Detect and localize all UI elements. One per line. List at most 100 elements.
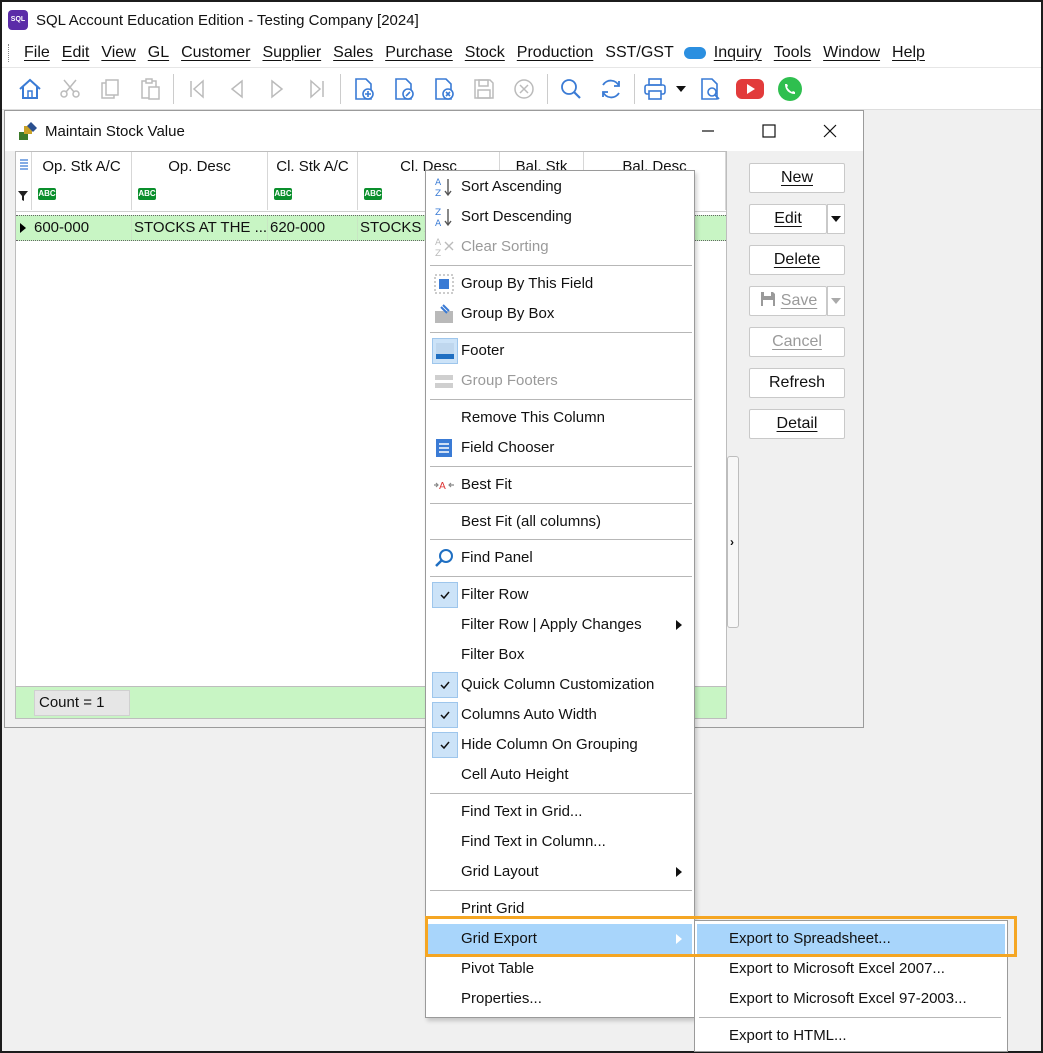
menu-columns-auto-width[interactable]: Columns Auto Width: [428, 700, 692, 730]
filter-abc-icon[interactable]: ABC: [38, 188, 56, 200]
cell-op-stk-ac[interactable]: 600-000: [32, 216, 132, 240]
menu-export-to-spreadsheet[interactable]: Export to Spreadsheet...: [697, 924, 1005, 954]
delete-document-icon[interactable]: [424, 72, 464, 106]
youtube-icon[interactable]: [730, 72, 770, 106]
menu-supplier[interactable]: Supplier: [262, 44, 321, 62]
menu-sst-gst[interactable]: SST/GST: [605, 44, 673, 62]
menu-cell-auto-height[interactable]: Cell Auto Height: [428, 760, 692, 790]
next-record-icon[interactable]: [257, 72, 297, 106]
menu-production[interactable]: Production: [517, 44, 594, 62]
menu-separator: [430, 265, 692, 266]
menu-export-to-excel-97-2003[interactable]: Export to Microsoft Excel 97-2003...: [697, 984, 1005, 1014]
cell-op-desc[interactable]: STOCKS AT THE ...: [132, 216, 268, 240]
column-customization-icon[interactable]: [19, 158, 29, 176]
menu-remove-column[interactable]: Remove This Column: [428, 403, 692, 433]
refresh-icon[interactable]: [591, 72, 631, 106]
edit-dropdown-button[interactable]: [827, 204, 845, 234]
menu-stock[interactable]: Stock: [465, 44, 505, 62]
print-preview-icon[interactable]: [690, 72, 730, 106]
previous-record-icon[interactable]: [217, 72, 257, 106]
menu-properties[interactable]: Properties...: [428, 984, 692, 1014]
refresh-button[interactable]: Refresh: [749, 368, 845, 398]
save-icon[interactable]: [464, 72, 504, 106]
menu-window[interactable]: Window: [823, 44, 880, 62]
column-caption: Op. Stk A/C: [42, 158, 121, 175]
menu-sort-ascending[interactable]: AZ Sort Ascending: [428, 172, 692, 202]
filter-abc-icon[interactable]: ABC: [138, 188, 156, 200]
menu-clear-sorting[interactable]: AZ Clear Sorting: [428, 232, 692, 262]
menu-find-text-in-column[interactable]: Find Text in Column...: [428, 827, 692, 857]
cut-icon[interactable]: [50, 72, 90, 106]
cancel-icon[interactable]: [504, 72, 544, 106]
print-dropdown-icon[interactable]: [672, 72, 690, 106]
menu-filter-row-apply[interactable]: Filter Row | Apply Changes: [428, 610, 692, 640]
detail-button[interactable]: Detail: [749, 409, 845, 439]
menu-print-grid[interactable]: Print Grid: [428, 894, 692, 924]
menu-file[interactable]: File: [24, 44, 50, 62]
cell-cl-desc[interactable]: STOCKS A: [358, 216, 428, 240]
menu-tools[interactable]: Tools: [774, 44, 811, 62]
menu-export-to-excel-2007[interactable]: Export to Microsoft Excel 2007...: [697, 954, 1005, 984]
menu-label: Field Chooser: [461, 439, 555, 456]
menu-label: Filter Row: [461, 586, 529, 603]
new-button[interactable]: New: [749, 163, 845, 193]
menu-best-fit[interactable]: A Best Fit: [428, 470, 692, 500]
menu-group-by-field[interactable]: Group By This Field: [428, 269, 692, 299]
paste-icon[interactable]: [130, 72, 170, 106]
menu-quick-column-customization[interactable]: Quick Column Customization: [428, 670, 692, 700]
new-document-icon[interactable]: [344, 72, 384, 106]
menu-grid-export[interactable]: Grid Export: [428, 924, 692, 954]
menu-help[interactable]: Help: [892, 44, 925, 62]
column-header-op-stk-ac[interactable]: Op. Stk A/C ABC: [32, 152, 132, 210]
cell-cl-stk-ac[interactable]: 620-000: [268, 216, 358, 240]
save-button[interactable]: Save: [749, 286, 827, 316]
menu-inquiry[interactable]: Inquiry: [714, 44, 762, 62]
close-button[interactable]: [818, 119, 842, 143]
first-record-icon[interactable]: [177, 72, 217, 106]
filter-abc-icon[interactable]: ABC: [364, 188, 382, 200]
menu-label: Export to Spreadsheet...: [729, 930, 891, 947]
menu-edit[interactable]: Edit: [62, 44, 90, 62]
delete-button[interactable]: Delete: [749, 245, 845, 275]
column-header-op-desc[interactable]: Op. Desc ABC: [132, 152, 268, 210]
menu-hide-column-on-grouping[interactable]: Hide Column On Grouping: [428, 730, 692, 760]
filter-abc-icon[interactable]: ABC: [274, 188, 292, 200]
print-icon[interactable]: [638, 72, 672, 106]
cancel-button[interactable]: Cancel: [749, 327, 845, 357]
menu-sort-descending[interactable]: ZA Sort Descending: [428, 202, 692, 232]
edit-document-icon[interactable]: [384, 72, 424, 106]
menu-field-chooser[interactable]: Field Chooser: [428, 433, 692, 463]
panel-splitter[interactable]: ›: [727, 456, 739, 628]
grid-indicator-column: [16, 152, 32, 210]
menu-group-by-box[interactable]: Group By Box: [428, 299, 692, 329]
menu-group-footers[interactable]: Group Footers: [428, 366, 692, 396]
home-icon[interactable]: [10, 72, 50, 106]
check-icon: [432, 732, 458, 758]
menu-view[interactable]: View: [101, 44, 135, 62]
menu-sales[interactable]: Sales: [333, 44, 373, 62]
whatsapp-icon[interactable]: [770, 72, 810, 106]
menu-gl[interactable]: GL: [148, 44, 169, 62]
menu-filter-box[interactable]: Filter Box: [428, 640, 692, 670]
filter-row-icon[interactable]: [18, 188, 28, 205]
menu-purchase[interactable]: Purchase: [385, 44, 453, 62]
save-dropdown-button[interactable]: [827, 286, 845, 316]
edit-button[interactable]: Edit: [749, 204, 827, 234]
menu-find-panel[interactable]: Find Panel: [428, 543, 692, 573]
maximize-button[interactable]: [757, 119, 781, 143]
minimize-button[interactable]: [696, 119, 720, 143]
menu-filter-row[interactable]: Filter Row: [428, 580, 692, 610]
last-record-icon[interactable]: [297, 72, 337, 106]
menu-footer[interactable]: Footer: [428, 336, 692, 366]
svg-text:A: A: [439, 481, 446, 492]
copy-icon[interactable]: [90, 72, 130, 106]
column-header-cl-stk-ac[interactable]: Cl. Stk A/C ABC: [268, 152, 358, 210]
menu-export-to-html[interactable]: Export to HTML...: [697, 1021, 1005, 1051]
menu-grid-layout[interactable]: Grid Layout: [428, 857, 692, 887]
menu-find-text-in-grid[interactable]: Find Text in Grid...: [428, 797, 692, 827]
search-icon[interactable]: [551, 72, 591, 106]
menu-best-fit-all[interactable]: Best Fit (all columns): [428, 507, 692, 537]
menu-pivot-table[interactable]: Pivot Table: [428, 954, 692, 984]
menu-customer[interactable]: Customer: [181, 44, 250, 62]
cloud-icon[interactable]: [683, 46, 706, 59]
